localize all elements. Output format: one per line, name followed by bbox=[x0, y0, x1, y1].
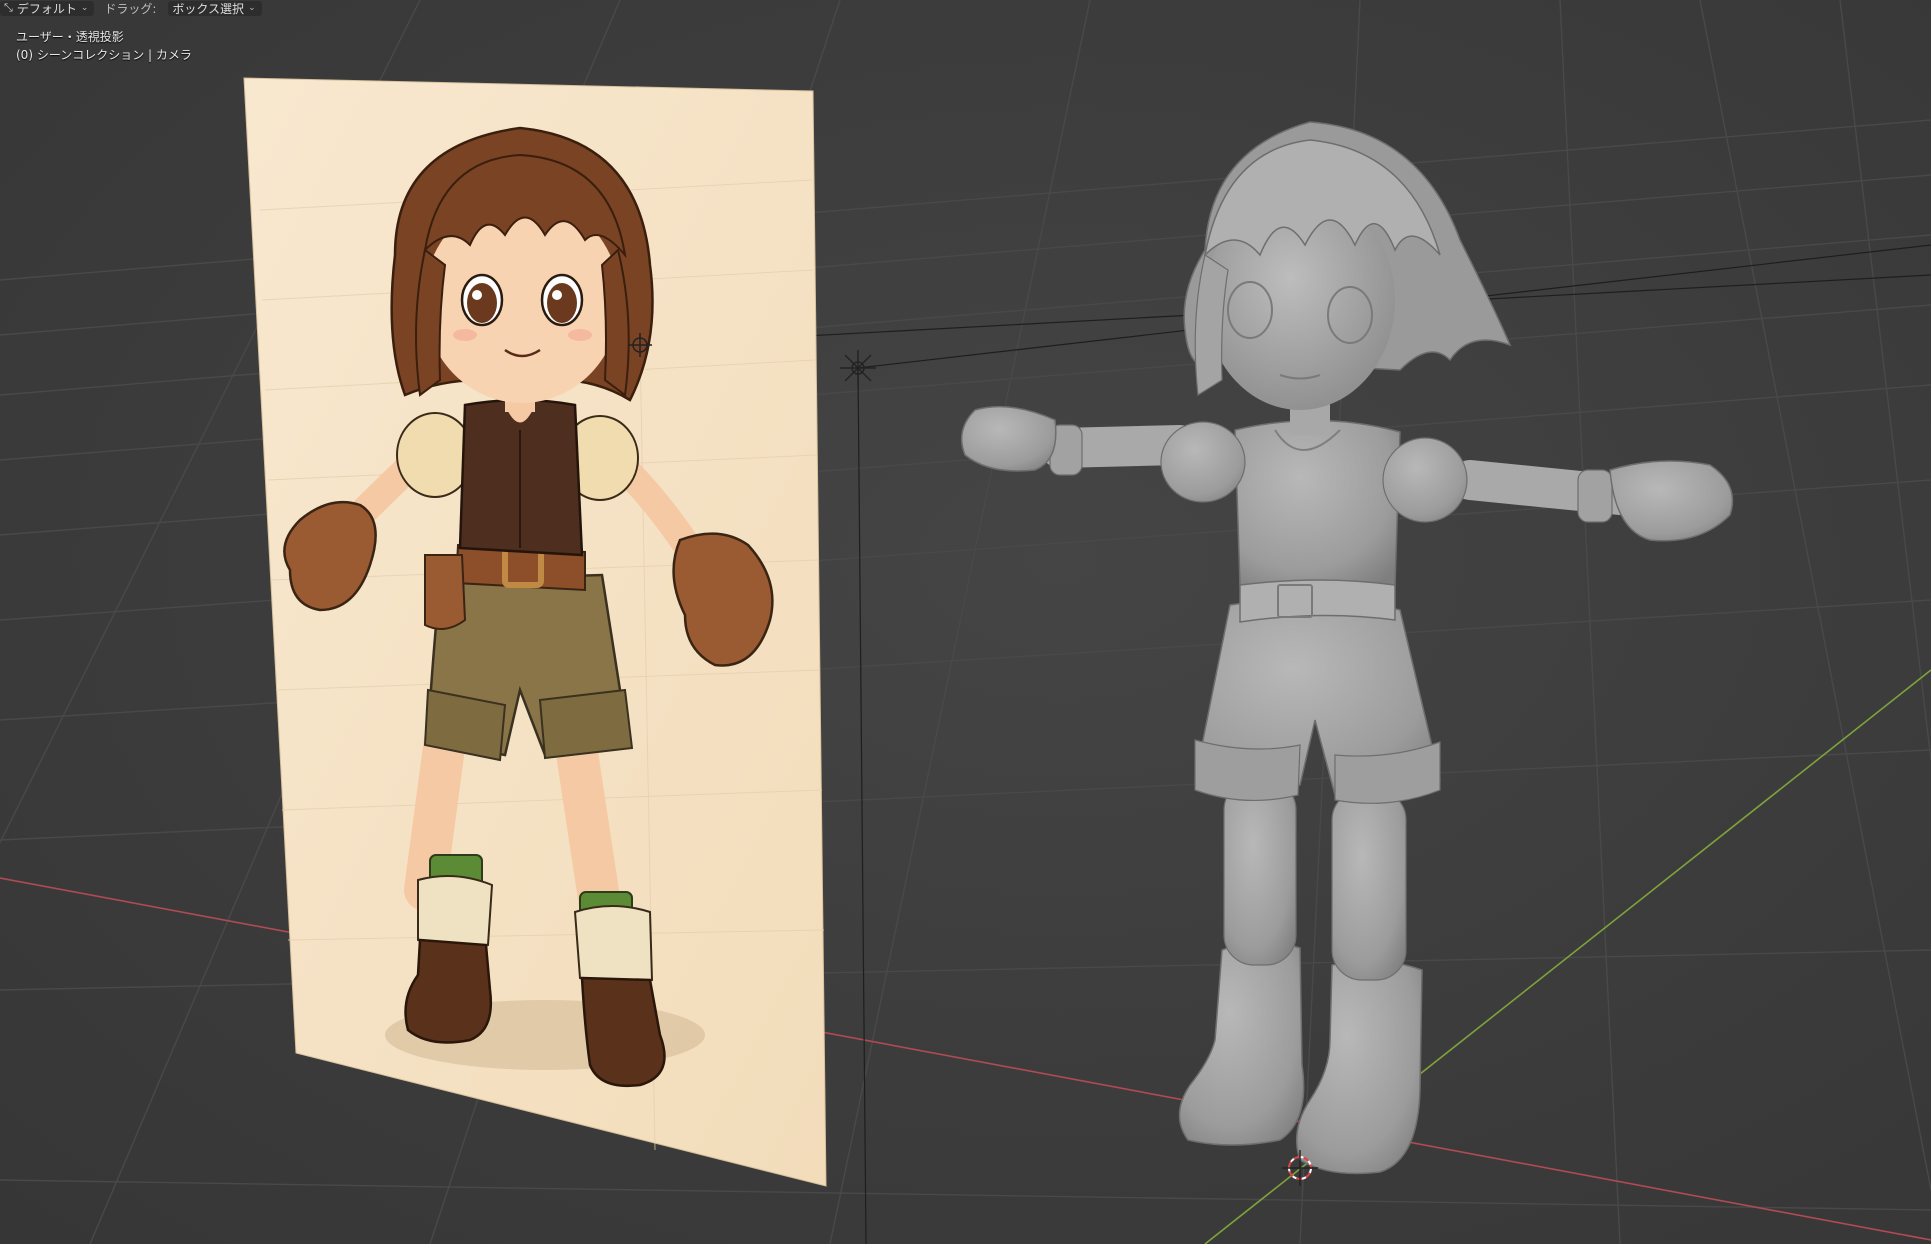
viewport-scene[interactable] bbox=[0, 0, 1931, 1244]
drag-mode-value: ボックス選択 bbox=[172, 1, 245, 16]
transform-orientation-dropdown[interactable]: ⤡ デフォルト ⌄ bbox=[0, 1, 95, 16]
chevron-down-icon: ⌄ bbox=[80, 3, 89, 13]
viewport-header: ⤡ デフォルト ⌄ ドラッグ: ボックス選択 ⌄ bbox=[0, 0, 262, 17]
drag-label-text: ドラッグ: bbox=[104, 1, 157, 16]
collection-info: (0) シーンコレクション | カメラ bbox=[16, 48, 192, 62]
light-gizmo[interactable] bbox=[840, 350, 876, 386]
orientation-axes-icon: ⤡ bbox=[4, 1, 13, 14]
drag-mode-dropdown[interactable]: ボックス選択 ⌄ bbox=[168, 1, 262, 16]
reference-image-plane[interactable] bbox=[243, 77, 827, 1187]
view-name: ユーザー・透視投影 bbox=[16, 30, 124, 44]
chevron-down-icon: ⌄ bbox=[248, 3, 256, 13]
character-model[interactable] bbox=[960, 121, 1734, 1175]
3d-viewport[interactable]: ⤡ デフォルト ⌄ ドラッグ: ボックス選択 ⌄ ユーザー・透視投影 (0) シ… bbox=[0, 0, 1931, 1244]
drag-label: ドラッグ: bbox=[100, 1, 162, 16]
transform-orientation-value: デフォルト bbox=[16, 1, 77, 16]
